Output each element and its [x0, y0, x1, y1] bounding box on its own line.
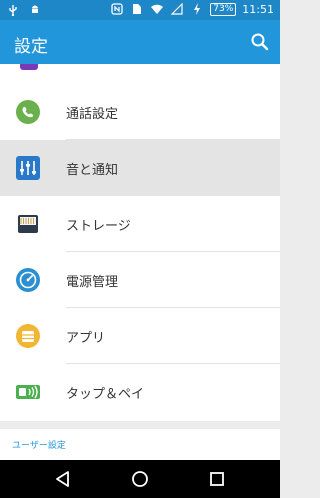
home-icon[interactable]: [130, 469, 150, 489]
power-management-icon: [14, 266, 42, 294]
navigation-bar: [0, 460, 280, 498]
storage-icon: [14, 210, 42, 238]
tap-pay-icon: [14, 378, 42, 406]
back-icon[interactable]: [53, 469, 73, 489]
charging-icon: [190, 2, 204, 16]
settings-item-tap-pay[interactable]: タップ＆ペイ: [0, 364, 280, 420]
recents-icon[interactable]: [207, 469, 227, 489]
settings-item-apps[interactable]: アプリ: [0, 308, 280, 364]
page-title: 設定: [14, 37, 48, 57]
usb-icon: [6, 3, 20, 17]
settings-item-sound[interactable]: 音と通知: [0, 140, 280, 196]
section-gap: [0, 421, 280, 429]
settings-item-call[interactable]: 通話設定: [0, 84, 280, 140]
wifi-icon: [150, 2, 164, 16]
section-title: ユーザー設定: [12, 441, 66, 451]
search-icon[interactable]: [250, 32, 270, 52]
settings-list: 通話設定 音と通知 ストレージ 電源管理 アプリ タップ＆ペイ: [0, 64, 280, 421]
partial-item-icon: [20, 64, 38, 70]
settings-item-label: ストレージ: [66, 218, 131, 234]
settings-item-storage[interactable]: ストレージ: [0, 196, 280, 252]
sound-sliders-icon: [14, 154, 42, 182]
signal-icon: [170, 2, 184, 16]
settings-item-label: 通話設定: [66, 106, 119, 122]
settings-item-label: 電源管理: [66, 274, 119, 290]
battery-level: 73%: [210, 2, 237, 16]
nfc-icon: [110, 2, 124, 16]
clock: 11:51: [242, 2, 274, 16]
settings-item-label: タップ＆ペイ: [66, 386, 145, 402]
android-icon: [28, 3, 42, 17]
settings-item-power[interactable]: 電源管理: [0, 252, 280, 308]
status-bar: 73% 11:51: [0, 0, 280, 20]
settings-item-label: 音と通知: [66, 162, 119, 178]
settings-item-label: アプリ: [66, 330, 106, 346]
section-header: ユーザー設定: [0, 429, 280, 460]
app-bar: 設定: [0, 20, 280, 64]
apps-icon: [14, 322, 42, 350]
sim-icon: [130, 2, 144, 16]
phone-icon: [14, 98, 42, 126]
